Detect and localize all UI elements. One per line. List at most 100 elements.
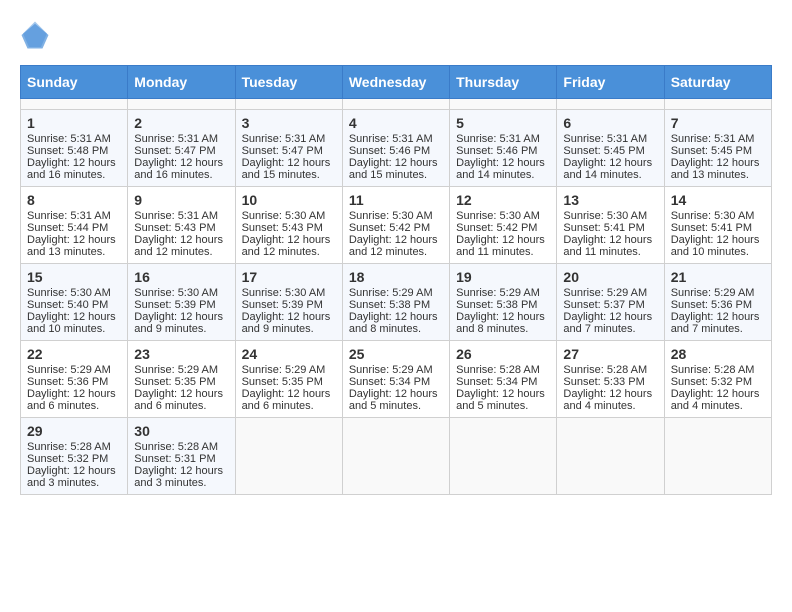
daylight-text: Daylight: 12 hours and 9 minutes. xyxy=(242,311,336,335)
daylight-text: Daylight: 12 hours and 10 minutes. xyxy=(671,234,765,258)
calendar-cell: 10Sunrise: 5:30 AMSunset: 5:43 PMDayligh… xyxy=(235,187,342,264)
sunset-text: Sunset: 5:32 PM xyxy=(27,453,121,465)
header-friday: Friday xyxy=(557,66,664,99)
sunset-text: Sunset: 5:39 PM xyxy=(242,299,336,311)
sunset-text: Sunset: 5:38 PM xyxy=(456,299,550,311)
sunset-text: Sunset: 5:46 PM xyxy=(456,145,550,157)
calendar-cell: 2Sunrise: 5:31 AMSunset: 5:47 PMDaylight… xyxy=(128,110,235,187)
daylight-text: Daylight: 12 hours and 9 minutes. xyxy=(134,311,228,335)
calendar-cell: 13 Sunrise: 5:30 AMSunset: 5:41 PMDayligh… xyxy=(557,187,664,264)
day-number: 25 xyxy=(349,346,443,362)
calendar-cell: 24Sunrise: 5:29 AMSunset: 5:35 PMDayligh… xyxy=(235,341,342,418)
calendar-cell: 28Sunrise: 5:28 AMSunset: 5:32 PMDayligh… xyxy=(664,341,771,418)
logo-icon xyxy=(20,20,50,50)
calendar-cell: 17Sunrise: 5:30 AMSunset: 5:39 PMDayligh… xyxy=(235,264,342,341)
day-number: 24 xyxy=(242,346,336,362)
calendar-cell: 25Sunrise: 5:29 AMSunset: 5:34 PMDayligh… xyxy=(342,341,449,418)
sunrise-text: Sunrise: 5:30 AM xyxy=(349,210,443,222)
calendar-cell: 9Sunrise: 5:31 AMSunset: 5:43 PMDaylight… xyxy=(128,187,235,264)
day-number: 19 xyxy=(456,269,550,285)
sunrise-text: Sunrise: 5:29 AM xyxy=(671,287,765,299)
daylight-text: Daylight: 12 hours and 15 minutes. xyxy=(349,157,443,181)
sunset-text: Sunset: 5:41 PM xyxy=(671,222,765,234)
daylight-text: Daylight: 12 hours and 3 minutes. xyxy=(27,465,121,489)
calendar-cell xyxy=(450,99,557,110)
day-number: 18 xyxy=(349,269,443,285)
sunset-text: Sunset: 5:46 PM xyxy=(349,145,443,157)
calendar-header-row: SundayMondayTuesdayWednesdayThursdayFrid… xyxy=(21,66,772,99)
sunset-text: Sunset: 5:43 PM xyxy=(242,222,336,234)
sunset-text: Sunset: 5:31 PM xyxy=(134,453,228,465)
daylight-text: Daylight: 12 hours and 12 minutes. xyxy=(349,234,443,258)
calendar-cell: 14Sunrise: 5:30 AMSunset: 5:41 PMDayligh… xyxy=(664,187,771,264)
day-number: 3 xyxy=(242,115,336,131)
sunrise-text: Sunrise: 5:31 AM xyxy=(134,133,228,145)
day-number: 6 xyxy=(563,115,657,131)
daylight-text: Daylight: 12 hours and 8 minutes. xyxy=(349,311,443,335)
sunrise-text: Sunrise: 5:30 AM xyxy=(242,287,336,299)
calendar-cell: 7Sunrise: 5:31 AMSunset: 5:45 PMDaylight… xyxy=(664,110,771,187)
calendar-cell xyxy=(342,99,449,110)
week-row-3: 15Sunrise: 5:30 AMSunset: 5:40 PMDayligh… xyxy=(21,264,772,341)
sunset-text: Sunset: 5:33 PM xyxy=(563,376,657,388)
calendar-cell: 26Sunrise: 5:28 AMSunset: 5:34 PMDayligh… xyxy=(450,341,557,418)
week-row-1: 1Sunrise: 5:31 AMSunset: 5:48 PMDaylight… xyxy=(21,110,772,187)
calendar-cell: 27Sunrise: 5:28 AMSunset: 5:33 PMDayligh… xyxy=(557,341,664,418)
calendar-cell: 6Sunrise: 5:31 AMSunset: 5:45 PMDaylight… xyxy=(557,110,664,187)
day-number: 7 xyxy=(671,115,765,131)
sunrise-text: Sunrise: 5:30 AM xyxy=(563,210,657,222)
header-tuesday: Tuesday xyxy=(235,66,342,99)
sunset-text: Sunset: 5:45 PM xyxy=(671,145,765,157)
day-number: 16 xyxy=(134,269,228,285)
calendar-cell: 22Sunrise: 5:29 AMSunset: 5:36 PMDayligh… xyxy=(21,341,128,418)
calendar-cell xyxy=(128,99,235,110)
sunset-text: Sunset: 5:32 PM xyxy=(671,376,765,388)
calendar-cell: 11Sunrise: 5:30 AMSunset: 5:42 PMDayligh… xyxy=(342,187,449,264)
day-number: 23 xyxy=(134,346,228,362)
sunset-text: Sunset: 5:45 PM xyxy=(563,145,657,157)
daylight-text: Daylight: 12 hours and 14 minutes. xyxy=(456,157,550,181)
sunrise-text: Sunrise: 5:31 AM xyxy=(242,133,336,145)
sunrise-text: Sunrise: 5:30 AM xyxy=(134,287,228,299)
week-row-2: 8Sunrise: 5:31 AMSunset: 5:44 PMDaylight… xyxy=(21,187,772,264)
sunrise-text: Sunrise: 5:31 AM xyxy=(456,133,550,145)
week-row-5: 29Sunrise: 5:28 AMSunset: 5:32 PMDayligh… xyxy=(21,418,772,495)
day-number: 15 xyxy=(27,269,121,285)
day-number: 10 xyxy=(242,192,336,208)
header-thursday: Thursday xyxy=(450,66,557,99)
day-number: 9 xyxy=(134,192,228,208)
daylight-text: Daylight: 12 hours and 7 minutes. xyxy=(563,311,657,335)
calendar-cell: 20Sunrise: 5:29 AMSunset: 5:37 PMDayligh… xyxy=(557,264,664,341)
calendar-cell: 30Sunrise: 5:28 AMSunset: 5:31 PMDayligh… xyxy=(128,418,235,495)
daylight-text: Daylight: 12 hours and 7 minutes. xyxy=(671,311,765,335)
calendar-cell xyxy=(557,418,664,495)
day-number: 12 xyxy=(456,192,550,208)
calendar-cell xyxy=(235,418,342,495)
calendar-cell: 4Sunrise: 5:31 AMSunset: 5:46 PMDaylight… xyxy=(342,110,449,187)
sunset-text: Sunset: 5:41 PM xyxy=(563,222,657,234)
sunset-text: Sunset: 5:48 PM xyxy=(27,145,121,157)
sunset-text: Sunset: 5:37 PM xyxy=(563,299,657,311)
header-sunday: Sunday xyxy=(21,66,128,99)
calendar-cell: 19 Sunrise: 5:29 AMSunset: 5:38 PMDayligh… xyxy=(450,264,557,341)
day-number: 22 xyxy=(27,346,121,362)
daylight-text: Daylight: 12 hours and 11 minutes. xyxy=(563,234,657,258)
page-header xyxy=(20,20,772,50)
sunrise-text: Sunrise: 5:30 AM xyxy=(27,287,121,299)
sunrise-text: Sunrise: 5:30 AM xyxy=(456,210,550,222)
sunrise-text: Sunrise: 5:28 AM xyxy=(563,364,657,376)
daylight-text: Daylight: 12 hours and 8 minutes. xyxy=(456,311,550,335)
day-number: 28 xyxy=(671,346,765,362)
sunrise-text: Sunrise: 5:29 AM xyxy=(242,364,336,376)
day-number: 13 xyxy=(563,192,657,208)
calendar-cell xyxy=(235,99,342,110)
day-number: 21 xyxy=(671,269,765,285)
sunrise-text: Sunrise: 5:31 AM xyxy=(27,210,121,222)
calendar-cell: 3Sunrise: 5:31 AMSunset: 5:47 PMDaylight… xyxy=(235,110,342,187)
daylight-text: Daylight: 12 hours and 14 minutes. xyxy=(563,157,657,181)
daylight-text: Daylight: 12 hours and 6 minutes. xyxy=(27,388,121,412)
daylight-text: Daylight: 12 hours and 16 minutes. xyxy=(134,157,228,181)
sunrise-text: Sunrise: 5:29 AM xyxy=(456,287,550,299)
sunrise-text: Sunrise: 5:29 AM xyxy=(563,287,657,299)
sunset-text: Sunset: 5:34 PM xyxy=(456,376,550,388)
